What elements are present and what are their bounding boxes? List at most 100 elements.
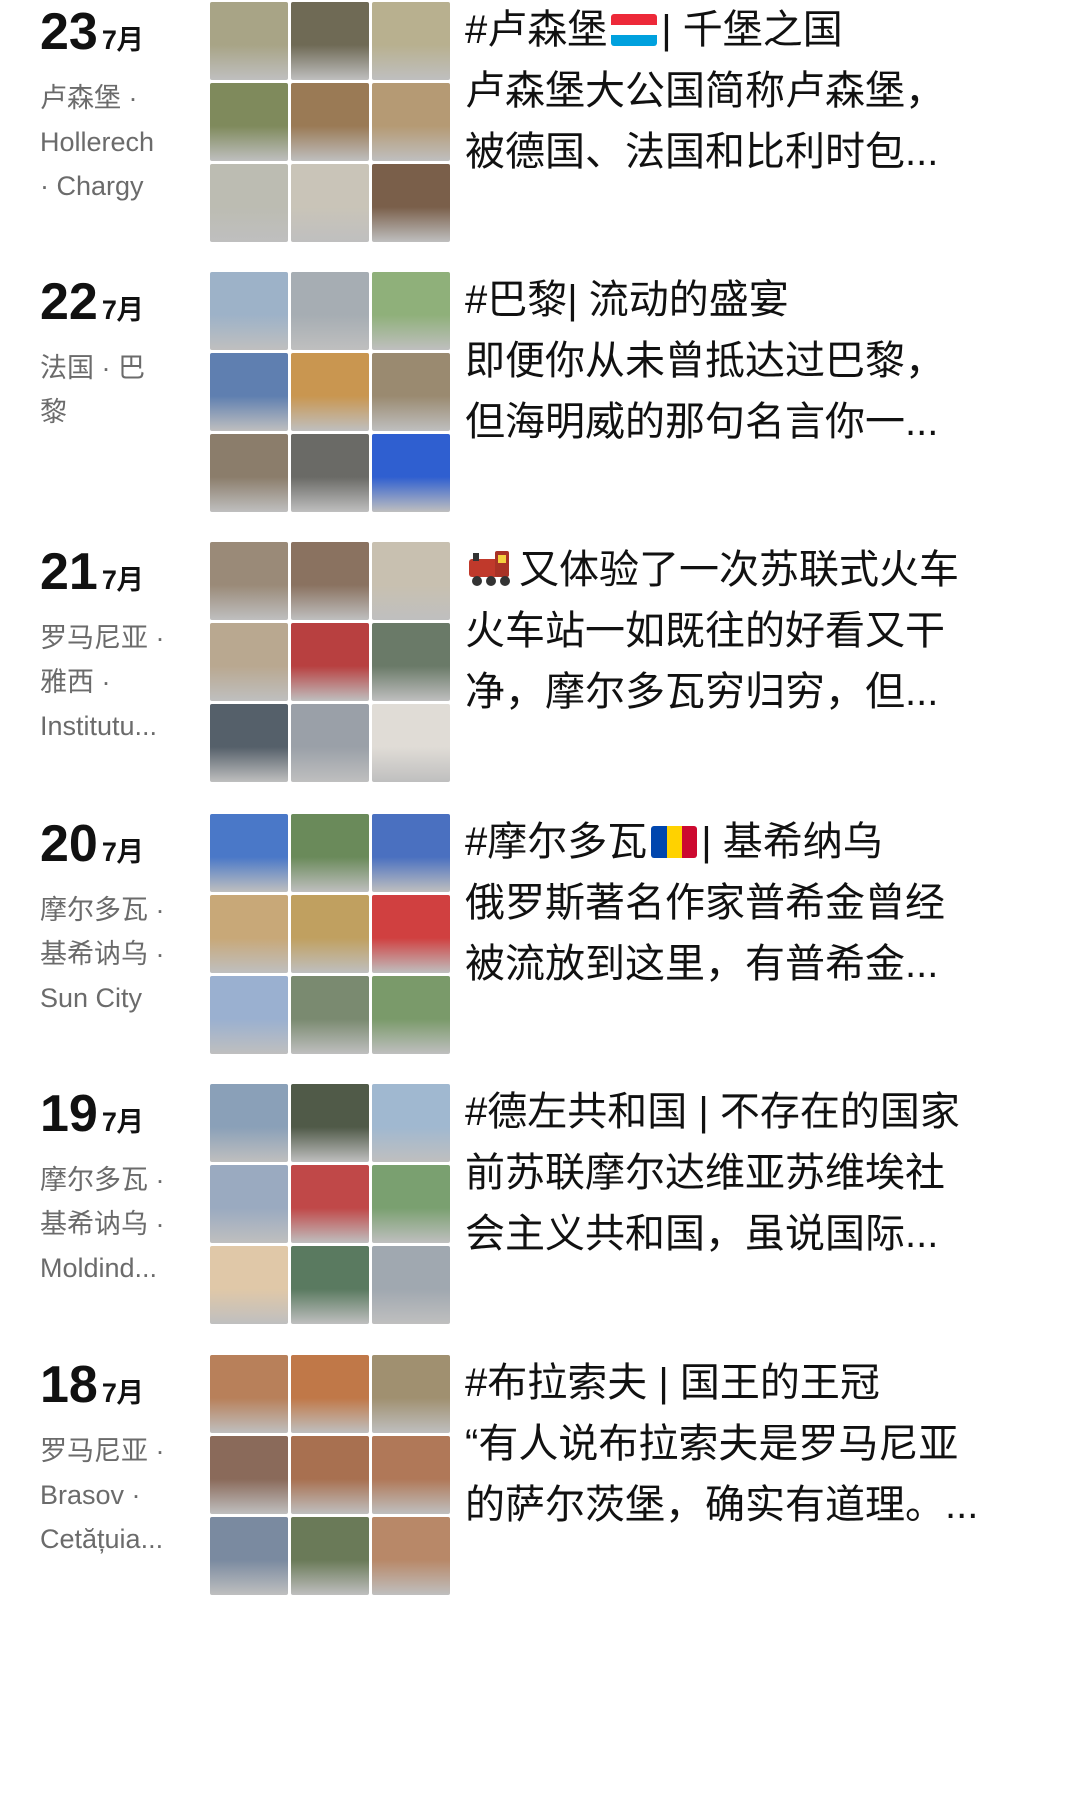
post-date: 23 7月 — [40, 6, 144, 58]
location-line: 雅西 · — [40, 667, 111, 697]
photo-thumbnail[interactable] — [210, 1517, 288, 1595]
photo-thumbnail[interactable] — [291, 1165, 369, 1243]
photo-thumbnail[interactable] — [291, 1517, 369, 1595]
photo-thumbnail[interactable] — [210, 1436, 288, 1514]
photo-thumbnail[interactable] — [291, 814, 369, 892]
location-line: · Chargy — [40, 171, 144, 201]
photo-thumbnail[interactable] — [291, 1355, 369, 1433]
post-title: #德左共和国 | 不存在的国家 — [465, 1082, 1065, 1143]
post-title: #巴黎| 流动的盛宴 — [465, 270, 1065, 331]
photo-thumbnail[interactable] — [210, 704, 288, 782]
photo-thumbnail[interactable] — [210, 1165, 288, 1243]
post-body-line: 但海明威的那句名言你一... — [465, 400, 939, 444]
moment-post[interactable]: 22 7月 法国 · 巴黎 #巴黎| 流动的盛宴 即便你从未曾抵达过巴黎， 但海明威的那句… — [0, 270, 1080, 512]
post-location: 摩尔多瓦 · 基希讷乌 · Moldind... — [40, 1158, 190, 1290]
photo-grid[interactable] — [210, 2, 450, 242]
photo-thumbnail[interactable] — [210, 2, 288, 80]
photo-thumbnail[interactable] — [372, 434, 450, 512]
photo-thumbnail[interactable] — [372, 1436, 450, 1514]
moment-post[interactable]: 20 7月 摩尔多瓦 · 基希讷乌 · Sun City #摩尔多瓦 | 基希纳乌 俄罗斯著名… — [0, 812, 1080, 1054]
photo-thumbnail[interactable] — [210, 814, 288, 892]
post-body-line: 的萨尔茨堡，确实有道理。... — [465, 1483, 979, 1527]
photo-thumbnail[interactable] — [291, 976, 369, 1054]
photo-thumbnail[interactable] — [291, 434, 369, 512]
photo-thumbnail[interactable] — [372, 1517, 450, 1595]
post-month: 7月 — [101, 1378, 144, 1408]
photo-thumbnail[interactable] — [210, 623, 288, 701]
title-text: #巴黎 — [465, 278, 568, 322]
photo-thumbnail[interactable] — [210, 353, 288, 431]
moment-post[interactable]: 21 7月 罗马尼亚 · 雅西 · Institutu... 又体验了一次苏联式火车 火车站… — [0, 540, 1080, 782]
photo-thumbnail[interactable] — [372, 704, 450, 782]
moment-post[interactable]: 23 7月 卢森堡 · Hollerech · Chargy #卢森堡 | 千堡之国 卢森堡大… — [0, 0, 1080, 242]
post-body-line: 即便你从未曾抵达过巴黎， — [465, 339, 945, 383]
photo-grid[interactable] — [210, 1355, 450, 1595]
photo-thumbnail[interactable] — [291, 623, 369, 701]
photo-grid[interactable] — [210, 814, 450, 1054]
photo-thumbnail[interactable] — [291, 353, 369, 431]
photo-thumbnail[interactable] — [291, 2, 369, 80]
photo-thumbnail[interactable] — [291, 272, 369, 350]
photo-thumbnail[interactable] — [372, 1084, 450, 1162]
post-text[interactable]: 又体验了一次苏联式火车火车站一如既往的好看又干 净，摩尔多瓦穷归穷，但... — [465, 540, 1065, 723]
post-text[interactable]: #布拉索夫 | 国王的王冠 “有人说布拉索夫是罗马尼亚 的萨尔茨堡，确实有道理。..… — [465, 1353, 1065, 1536]
photo-thumbnail[interactable] — [210, 272, 288, 350]
photo-thumbnail[interactable] — [372, 83, 450, 161]
photo-thumbnail[interactable] — [372, 164, 450, 242]
photo-thumbnail[interactable] — [372, 542, 450, 620]
photo-thumbnail[interactable] — [372, 623, 450, 701]
photo-thumbnail[interactable] — [210, 542, 288, 620]
photo-thumbnail[interactable] — [210, 83, 288, 161]
photo-thumbnail[interactable] — [372, 976, 450, 1054]
photo-thumbnail[interactable] — [210, 895, 288, 973]
photo-thumbnail[interactable] — [210, 1355, 288, 1433]
photo-thumbnail[interactable] — [291, 1084, 369, 1162]
post-text[interactable]: #巴黎| 流动的盛宴即便你从未曾抵达过巴黎， 但海明威的那句名言你一... — [465, 270, 1065, 453]
photo-thumbnail[interactable] — [372, 2, 450, 80]
title-text: 又体验了一次苏联式火车 — [519, 548, 959, 592]
photo-thumbnail[interactable] — [210, 976, 288, 1054]
location-line: Cetățuia... — [40, 1524, 164, 1554]
post-date: 18 7月 — [40, 1359, 144, 1411]
photo-thumbnail[interactable] — [372, 1246, 450, 1324]
location-line: 基希讷乌 · — [40, 1209, 165, 1239]
post-body-line: “有人说布拉索夫是罗马尼亚 — [465, 1422, 959, 1466]
photo-thumbnail[interactable] — [291, 542, 369, 620]
photo-grid[interactable] — [210, 272, 450, 512]
post-text[interactable]: #卢森堡 | 千堡之国 卢森堡大公国简称卢森堡， 被德国、法国和比利时包... — [465, 0, 1065, 183]
photo-thumbnail[interactable] — [210, 164, 288, 242]
location-line: 黎 — [40, 397, 67, 427]
photo-thumbnail[interactable] — [291, 1246, 369, 1324]
photo-thumbnail[interactable] — [291, 895, 369, 973]
photo-thumbnail[interactable] — [291, 1436, 369, 1514]
post-body-line: 净，摩尔多瓦穷归穷，但... — [465, 670, 939, 714]
photo-thumbnail[interactable] — [291, 83, 369, 161]
moment-post[interactable]: 19 7月 摩尔多瓦 · 基希讷乌 · Moldind... #德左共和国 | 不存在的国… — [0, 1082, 1080, 1324]
luxembourg-flag-icon — [611, 14, 658, 46]
photo-thumbnail[interactable] — [210, 1246, 288, 1324]
photo-thumbnail[interactable] — [372, 895, 450, 973]
photo-thumbnail[interactable] — [291, 164, 369, 242]
photo-thumbnail[interactable] — [372, 272, 450, 350]
post-day: 18 — [40, 1356, 98, 1414]
photo-thumbnail[interactable] — [372, 814, 450, 892]
post-text[interactable]: #摩尔多瓦 | 基希纳乌 俄罗斯著名作家普希金曾经 被流放到这里，有普希金... — [465, 812, 1065, 995]
photo-thumbnail[interactable] — [372, 1355, 450, 1433]
photo-thumbnail[interactable] — [210, 1084, 288, 1162]
location-line: 罗马尼亚 · — [40, 1436, 165, 1466]
post-date: 22 7月 — [40, 276, 144, 328]
photo-grid[interactable] — [210, 542, 450, 782]
photo-thumbnail[interactable] — [372, 1165, 450, 1243]
photo-grid[interactable] — [210, 1084, 450, 1324]
photo-thumbnail[interactable] — [372, 353, 450, 431]
post-body-line: 会主义共和国，虽说国际... — [465, 1212, 939, 1256]
post-body-line: 被流放到这里，有普希金... — [465, 942, 939, 986]
photo-thumbnail[interactable] — [210, 434, 288, 512]
location-line: Brasov · — [40, 1480, 141, 1510]
post-text[interactable]: #德左共和国 | 不存在的国家 前苏联摩尔达维亚苏维埃社 会主义共和国，虽说国际..… — [465, 1082, 1065, 1265]
post-day: 22 — [40, 273, 98, 331]
moment-post[interactable]: 18 7月罗马尼亚 · Brasov · Cetățuia... #布拉索夫 | 国王的… — [0, 1353, 1080, 1595]
photo-thumbnail[interactable] — [291, 704, 369, 782]
post-body-line: 火车站一如既往的好看又干 — [465, 609, 945, 653]
title-suffix: | 流动的盛宴 — [567, 278, 789, 322]
